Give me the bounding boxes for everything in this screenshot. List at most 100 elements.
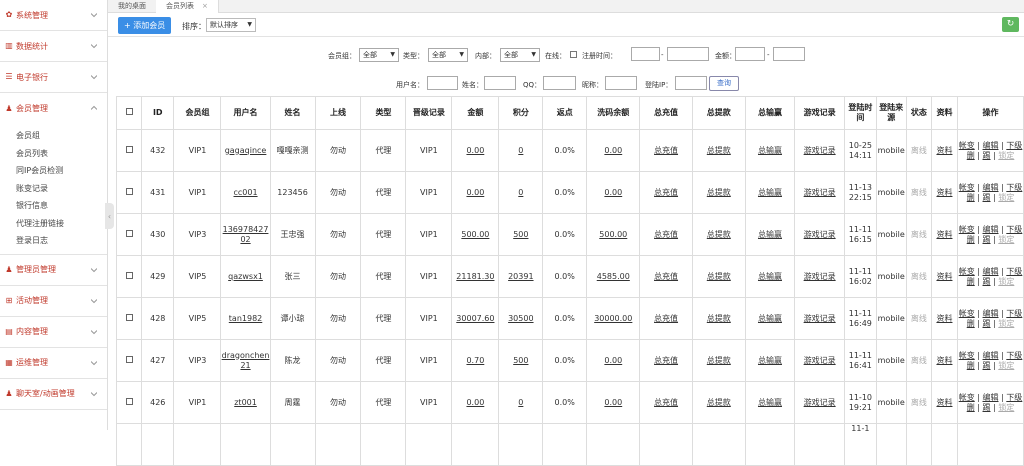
lock-link[interactable]: 锁定 <box>998 361 1014 370</box>
username-link[interactable]: cc001 <box>234 188 258 197</box>
type-filter-select[interactable]: 全部 ▼ <box>428 48 468 62</box>
close-icon[interactable]: × <box>202 2 208 10</box>
winloss-link[interactable]: 总输赢 <box>758 146 782 155</box>
kick-link[interactable]: 踢 <box>983 319 991 328</box>
inner-filter-select[interactable]: 全部 ▼ <box>500 48 540 62</box>
profile-link[interactable]: 资料 <box>936 188 952 197</box>
tab-desktop[interactable]: 我的桌面 <box>108 0 157 13</box>
recharge-link[interactable]: 总充值 <box>654 146 678 155</box>
submenu-agent-link[interactable]: 代理注册链接 <box>0 215 107 233</box>
wash-balance-link[interactable]: 0.00 <box>604 146 622 155</box>
balance-change-link[interactable]: 帐变 <box>959 393 975 402</box>
delete-link[interactable]: 删 <box>967 319 975 328</box>
reg-time-start-input[interactable] <box>631 47 660 61</box>
balance-change-link[interactable]: 帐变 <box>959 183 975 192</box>
balance-change-link[interactable]: 帐变 <box>959 225 975 234</box>
winloss-link[interactable]: 总输赢 <box>758 230 782 239</box>
recharge-link[interactable]: 总充值 <box>654 356 678 365</box>
sidebar-group-members[interactable]: ♟ 会员管理 <box>0 93 107 124</box>
submenu-same-ip[interactable]: 同IP会员检测 <box>0 162 107 180</box>
downline-link[interactable]: 下级 <box>1006 267 1022 276</box>
wash-balance-link[interactable]: 0.00 <box>604 188 622 197</box>
delete-link[interactable]: 删 <box>967 151 975 160</box>
row-checkbox[interactable] <box>125 313 133 321</box>
withdraw-link[interactable]: 总提款 <box>707 398 731 407</box>
game-record-link[interactable]: 游戏记录 <box>804 272 836 281</box>
withdraw-link[interactable]: 总提款 <box>707 188 731 197</box>
lock-link[interactable]: 锁定 <box>998 235 1014 244</box>
nickname-input[interactable] <box>605 76 637 90</box>
query-button[interactable]: 查询 <box>709 76 739 91</box>
username-link[interactable]: zt001 <box>234 398 257 407</box>
sidebar-group-content[interactable]: ▤ 内容管理 <box>0 317 107 348</box>
winloss-link[interactable]: 总输赢 <box>758 398 782 407</box>
username-link[interactable]: qazwsx1 <box>228 272 263 281</box>
game-record-link[interactable]: 游戏记录 <box>804 314 836 323</box>
recharge-link[interactable]: 总充值 <box>654 230 678 239</box>
points-link[interactable]: 20391 <box>508 272 533 281</box>
game-record-link[interactable]: 游戏记录 <box>804 188 836 197</box>
kick-link[interactable]: 踢 <box>983 235 991 244</box>
recharge-link[interactable]: 总充值 <box>654 272 678 281</box>
sidebar-group-ops[interactable]: ▦ 运维管理 <box>0 348 107 379</box>
winloss-link[interactable]: 总输赢 <box>758 188 782 197</box>
row-select-cell[interactable] <box>115 339 143 382</box>
username-link[interactable]: dragonchen21 <box>222 351 270 370</box>
downline-link[interactable]: 下级 <box>1006 183 1022 192</box>
kick-link[interactable]: 踢 <box>983 361 991 370</box>
edit-link[interactable]: 编辑 <box>983 267 999 276</box>
wash-balance-link[interactable]: 0.00 <box>604 356 622 365</box>
points-link[interactable]: 500 <box>513 356 528 365</box>
points-link[interactable]: 0 <box>518 146 523 155</box>
lock-link[interactable]: 锁定 <box>998 151 1014 160</box>
recharge-link[interactable]: 总充值 <box>654 398 678 407</box>
name-input[interactable] <box>484 76 516 90</box>
select-all-checkbox[interactable] <box>125 108 133 115</box>
add-member-button[interactable]: + 添加会员 <box>118 17 172 34</box>
edit-link[interactable]: 编辑 <box>983 141 999 150</box>
username-link[interactable]: 13697842702 <box>223 225 269 244</box>
username-link[interactable]: gagaqince <box>225 146 267 155</box>
balance-change-link[interactable]: 帐变 <box>959 141 975 150</box>
game-record-link[interactable]: 游戏记录 <box>804 230 836 239</box>
group-filter-select[interactable]: 全部 ▼ <box>359 48 399 62</box>
balance-change-link[interactable]: 帐变 <box>959 309 975 318</box>
edit-link[interactable]: 编辑 <box>983 351 999 360</box>
kick-link[interactable]: 踢 <box>983 403 991 412</box>
sidebar-group-chat[interactable]: ♟ 聊天室/动画管理 <box>0 379 107 410</box>
amount-link[interactable]: 0.00 <box>466 398 484 407</box>
sidebar-group-events[interactable]: ⊞ 活动管理 <box>0 286 107 317</box>
downline-link[interactable]: 下级 <box>1006 141 1022 150</box>
edit-link[interactable]: 编辑 <box>983 393 999 402</box>
edit-link[interactable]: 编辑 <box>983 225 999 234</box>
row-select-cell[interactable] <box>115 213 143 256</box>
game-record-link[interactable]: 游戏记录 <box>804 146 836 155</box>
recharge-link[interactable]: 总充值 <box>654 188 678 197</box>
profile-link[interactable]: 资料 <box>936 314 952 323</box>
refresh-button[interactable]: ↻ <box>1002 17 1019 32</box>
sidebar-group-admins[interactable]: ♟ 管理员管理 <box>0 255 107 286</box>
login-ip-input[interactable] <box>675 76 707 90</box>
profile-link[interactable]: 资料 <box>936 272 952 281</box>
downline-link[interactable]: 下级 <box>1006 351 1022 360</box>
points-link[interactable]: 0 <box>518 398 523 407</box>
wash-balance-link[interactable]: 30000.00 <box>594 314 632 323</box>
delete-link[interactable]: 删 <box>967 403 975 412</box>
profile-link[interactable]: 资料 <box>936 230 952 239</box>
withdraw-link[interactable]: 总提款 <box>707 272 731 281</box>
delete-link[interactable]: 删 <box>967 235 975 244</box>
submenu-member-group[interactable]: 会员组 <box>0 127 107 145</box>
row-checkbox[interactable] <box>125 145 133 153</box>
amount-link[interactable]: 30007.60 <box>456 314 494 323</box>
profile-link[interactable]: 资料 <box>936 356 952 365</box>
wash-balance-link[interactable]: 0.00 <box>604 398 622 407</box>
row-checkbox[interactable] <box>125 187 133 195</box>
kick-link[interactable]: 踢 <box>983 151 991 160</box>
row-select-cell[interactable] <box>115 255 143 298</box>
reg-time-end-input[interactable] <box>667 47 709 61</box>
points-link[interactable]: 30500 <box>508 314 533 323</box>
points-link[interactable]: 500 <box>513 230 528 239</box>
profile-link[interactable]: 资料 <box>936 398 952 407</box>
edit-link[interactable]: 编辑 <box>983 183 999 192</box>
amount-max-input[interactable] <box>773 47 805 61</box>
